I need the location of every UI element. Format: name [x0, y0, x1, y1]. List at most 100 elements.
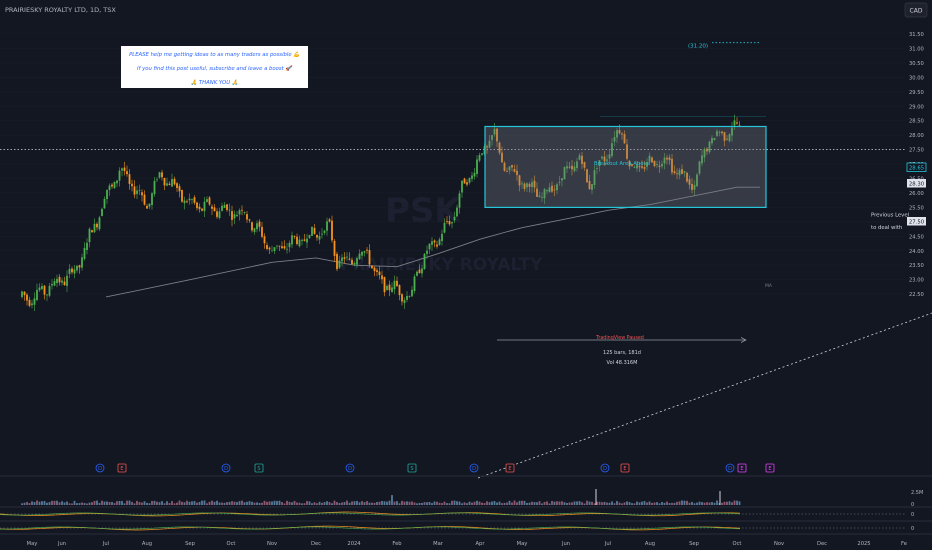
time-axis-tick: May [27, 541, 38, 547]
volume-bar [446, 503, 448, 505]
ma-tag: MA [765, 283, 773, 289]
candle-body [468, 177, 471, 183]
candle-body [241, 209, 243, 211]
candle-body [403, 300, 406, 304]
candle-body [428, 243, 431, 250]
candle-body [221, 205, 223, 211]
volume-bar [736, 500, 738, 505]
volume-bar [573, 501, 576, 505]
event-marker-label: E [768, 466, 771, 472]
volume-bar [706, 502, 708, 505]
volume-bar [248, 501, 251, 505]
volume-bar [428, 501, 431, 505]
time-axis-tick: Dec [817, 541, 827, 547]
volume-bar [56, 500, 58, 505]
volume-bar [496, 502, 498, 505]
candle-body [91, 230, 93, 233]
candle-body [378, 271, 381, 275]
volume-bar [328, 502, 331, 505]
candle-body [126, 171, 128, 175]
price-chart[interactable]: PSK PRAIRIESKY ROYALTY PRAIRIESKY ROYALT… [0, 0, 932, 550]
candle-body [78, 265, 81, 268]
volume-bar [226, 502, 228, 505]
volume-bar [296, 502, 298, 505]
price-axis-tick: 31.00 [909, 46, 924, 52]
candle-body [391, 287, 393, 293]
candle-body [331, 220, 333, 241]
candle-body [41, 285, 43, 289]
candle-body [108, 185, 111, 190]
volume-bar [578, 501, 581, 505]
volume-bar [466, 503, 468, 505]
volume-bar [238, 501, 241, 505]
volume-bar [243, 502, 246, 505]
candle-body [131, 183, 133, 187]
volume-bar [338, 503, 341, 505]
volume-bar [61, 501, 63, 505]
candle-body [421, 268, 423, 274]
volume-bar [531, 501, 533, 505]
volume-bar [363, 502, 366, 505]
volume-bar [636, 501, 638, 505]
candle-body [408, 296, 411, 297]
volume-bar [526, 502, 528, 505]
volume-bar [396, 501, 398, 505]
candle-body [158, 172, 161, 178]
volume-bar [113, 503, 116, 505]
candle-body [436, 244, 438, 247]
candle-body [376, 270, 378, 272]
candle-body [318, 236, 321, 240]
volume-bar [536, 502, 538, 505]
volume-bar [321, 502, 323, 505]
candle-body [173, 178, 176, 185]
candle-body [373, 267, 376, 272]
volume-bar [201, 500, 203, 505]
top-price-tag-value: 28.65 [909, 166, 924, 172]
candle-body [278, 245, 281, 247]
volume-bar [378, 501, 381, 505]
volume-bar [376, 501, 378, 505]
candle-body [148, 203, 151, 207]
candle-body [136, 190, 138, 194]
time-axis-tick: Sep [185, 541, 195, 547]
volume-bar [261, 502, 263, 505]
candle-body [251, 222, 253, 231]
candle-body [51, 284, 53, 286]
volume-bar [133, 503, 136, 505]
volume-bar [441, 503, 443, 505]
candle-body [93, 223, 96, 233]
candle-body [116, 180, 118, 184]
volume-bar [68, 503, 71, 505]
volume-bar [583, 503, 586, 505]
candle-body [196, 202, 198, 209]
candle-body [243, 212, 246, 213]
candle-body [426, 250, 428, 254]
candle-body [471, 175, 473, 179]
volume-bar [668, 503, 671, 505]
symbol-title[interactable]: PRAIRIESKY ROYALTY LTD, 1D, TSX [5, 6, 116, 14]
time-axis-tick: 2024 [347, 541, 361, 547]
time-axis-tick: Jun [561, 541, 570, 547]
price-axis-tick: 30.50 [909, 61, 924, 67]
volume-bar [31, 501, 33, 505]
volume-bar [606, 502, 608, 505]
price-axis-tick: 24.00 [909, 249, 924, 255]
candle-body [341, 257, 343, 262]
candle-body [43, 285, 46, 295]
volume-bar [721, 502, 723, 505]
volume-bar [23, 502, 26, 505]
volume-bar [218, 502, 221, 505]
volume-bar [138, 502, 141, 505]
candle-body [83, 247, 86, 259]
volume-bar [313, 502, 316, 505]
volume-bar [116, 501, 118, 505]
volume-bar [386, 501, 388, 505]
candle-body [478, 155, 481, 161]
volume-bar [76, 503, 78, 505]
volume-bar [91, 502, 93, 505]
volume-bar [366, 501, 368, 505]
range-stats-line-1: 125 bars, 181d [603, 350, 641, 356]
candle-body [38, 287, 41, 291]
volume-bar [681, 500, 683, 505]
volume-bar [86, 503, 88, 505]
